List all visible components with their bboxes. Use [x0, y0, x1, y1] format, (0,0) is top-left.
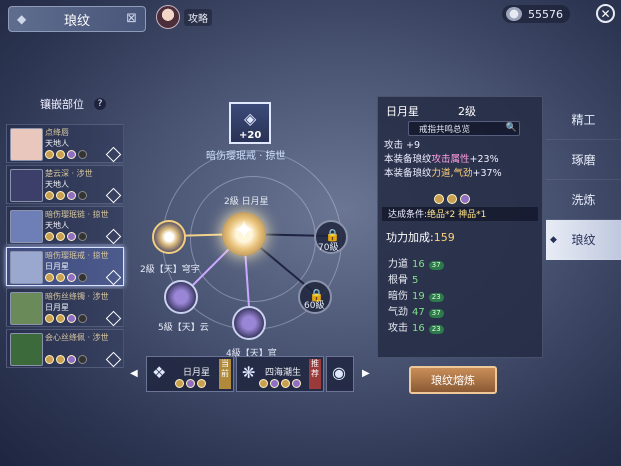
attr-badge: 37 [428, 308, 444, 318]
attr-row: 根骨 5 [388, 273, 444, 289]
attr-value: 5 [412, 275, 419, 286]
attr-row: 攻击 16 23 [388, 321, 444, 337]
strip-right-arrow-icon[interactable]: ▶ [362, 368, 370, 379]
attr-name: 根骨 [388, 275, 408, 286]
locked-node-2-label: 60級 [304, 301, 325, 311]
attr-name: 气劲 [388, 307, 408, 318]
locked-node-1-label: 70級 [318, 243, 339, 253]
attr-row: 力道 16 37 [388, 257, 444, 273]
condition-row: 达成条件:绝品*2 神品*1 [382, 207, 538, 221]
attr-row: 暗伤 19 23 [388, 289, 444, 305]
set-overview-label: 戒指共鸣总览 [419, 124, 471, 135]
search-icon: 🔍 [505, 123, 517, 133]
info-panel: 日月星 2级 戒指共鸣总览 🔍 攻击 +9 本装备琅纹攻击属性+23% 本装备琅… [377, 96, 543, 358]
strip-left-arrow-icon[interactable]: ◀ [130, 368, 138, 379]
node-1-label: 2級【天】穹宇 [140, 265, 200, 275]
tab-3[interactable]: 琅纹 [546, 220, 621, 260]
attr-name: 暗伤 [388, 291, 408, 302]
equipped-gem[interactable]: ◈ +20 [229, 102, 271, 144]
gem-card-current[interactable]: ❖ 日月星 当前 [146, 356, 234, 392]
gem-card-recommend[interactable]: ❋ 四海潮生 推荐 [236, 356, 324, 392]
gem-card-name: 日月星 [183, 368, 211, 378]
attr-name: 力道 [388, 259, 408, 270]
center-label: 2級 日月星 [224, 197, 269, 207]
info-level: 2级 [458, 105, 476, 118]
gem-card-icon: ◉ [332, 363, 346, 382]
gem-card-dots [259, 379, 301, 388]
tab-0[interactable]: 精工 [546, 100, 621, 140]
attr-badge: 37 [428, 260, 444, 270]
gem-card-icon: ❖ [152, 363, 167, 382]
node-3[interactable] [232, 306, 266, 340]
stat-line: 攻击 +9 [384, 140, 421, 151]
tab-bar: 精工琢磨洗炼琅纹 [546, 100, 621, 260]
gem-card-icon: ❋ [242, 363, 256, 382]
stat-line: 本装备琅纹攻击属性+23% [384, 154, 499, 165]
node-2-label: 5級【天】云 [158, 323, 209, 333]
node-1[interactable] [152, 220, 186, 254]
gem-card-dots [175, 379, 206, 388]
attr-value: 16 [412, 323, 425, 334]
center-orb-icon[interactable] [222, 212, 266, 256]
stat-lines: 攻击 +9 本装备琅纹攻击属性+23% 本装备琅纹力道,气劲+37% [384, 139, 502, 181]
node-2[interactable] [164, 280, 198, 314]
set-overview-button[interactable]: 戒指共鸣总览 🔍 [408, 121, 520, 136]
attr-name: 攻击 [388, 323, 408, 334]
quality-icons [434, 194, 470, 204]
attr-value: 16 [412, 259, 425, 270]
attr-list: 力道 16 37 根骨 5 暗伤 19 23 气劲 47 37 攻击 16 23 [388, 257, 444, 337]
attr-badge: 23 [428, 292, 444, 302]
equipped-gem-name: 暗伤璎珉戒 · 掠世 [206, 151, 286, 162]
gem-card-name: 四海潮生 [265, 368, 302, 378]
forge-button[interactable]: 琅纹熔炼 [409, 366, 497, 394]
recommend-tag: 推荐 [309, 359, 321, 389]
info-name: 日月星 [386, 105, 419, 118]
gem-plus: +20 [239, 130, 262, 141]
gem-card-partial[interactable]: ◉ [326, 356, 354, 392]
attr-value: 47 [412, 307, 425, 318]
tab-2[interactable]: 洗炼 [546, 180, 621, 220]
attr-row: 气劲 47 37 [388, 305, 444, 321]
current-tag: 当前 [219, 359, 231, 389]
tab-1[interactable]: 琢磨 [546, 140, 621, 180]
stat-line: 本装备琅纹力道,气劲+37% [384, 168, 502, 179]
gem-icon: ◈ [244, 109, 257, 128]
power-row: 功力加成:159 [386, 231, 455, 244]
attr-value: 19 [412, 291, 425, 302]
attr-badge: 23 [428, 324, 444, 334]
